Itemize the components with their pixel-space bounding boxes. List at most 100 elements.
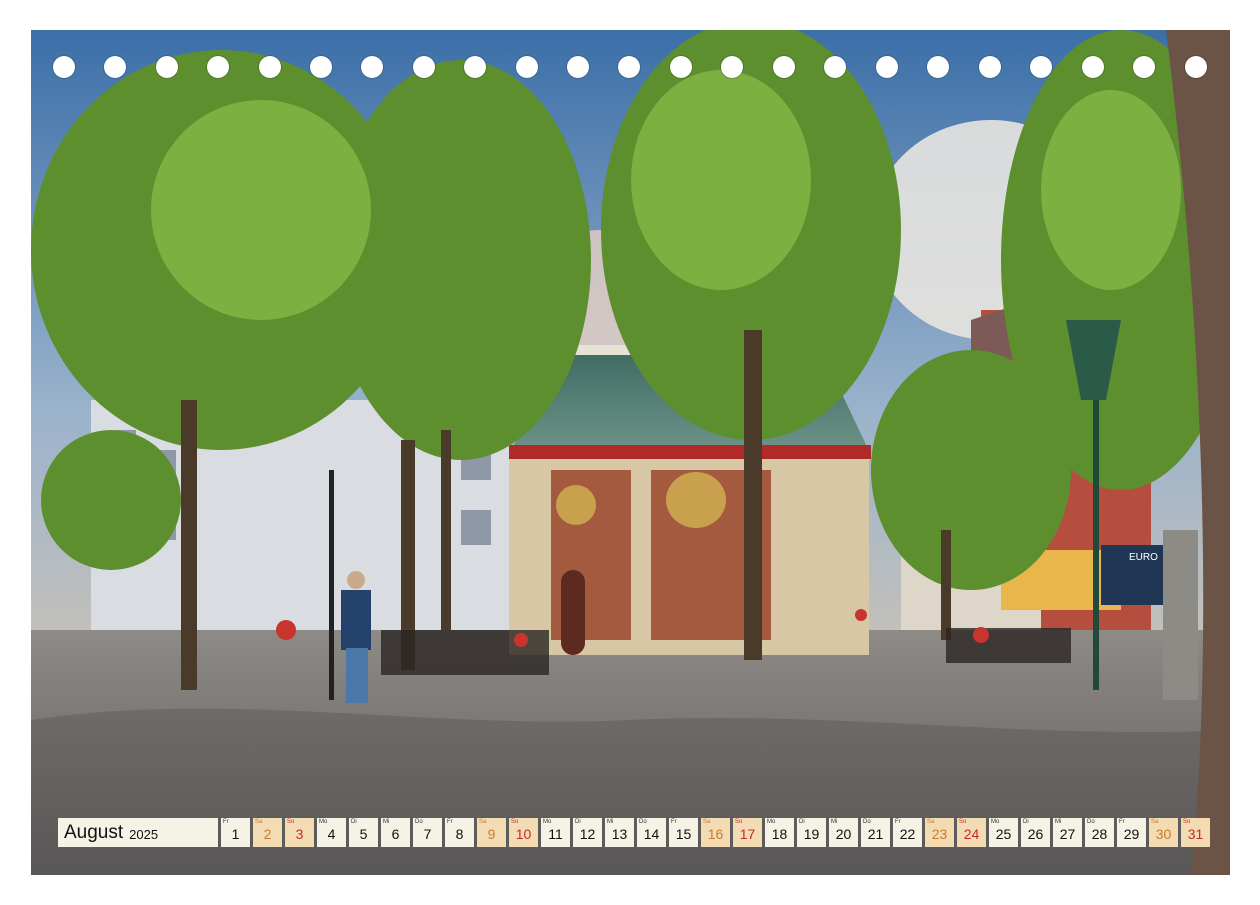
binding-hole xyxy=(207,56,229,78)
binding-hole xyxy=(618,56,640,78)
day-number: 12 xyxy=(579,826,596,842)
binding-hole xyxy=(104,56,126,78)
day-number: 5 xyxy=(359,826,368,842)
day-cell: So 31 xyxy=(1181,818,1210,847)
day-cell: Sa 16 xyxy=(701,818,730,847)
shop-sign: EURO xyxy=(1129,552,1158,563)
binding-hole xyxy=(670,56,692,78)
weekday-abbr: Mi xyxy=(607,819,614,825)
weekday-abbr: Fr xyxy=(671,819,677,825)
day-cell: Mo 18 xyxy=(765,818,794,847)
day-number: 22 xyxy=(899,826,916,842)
binding-hole xyxy=(979,56,1001,78)
binding-hole xyxy=(516,56,538,78)
day-cell: Di 5 xyxy=(349,818,378,847)
day-cell: Mi 13 xyxy=(605,818,634,847)
weekday-abbr: Di xyxy=(799,819,805,825)
weekday-abbr: So xyxy=(1183,819,1191,825)
weekday-abbr: Fr xyxy=(1119,819,1125,825)
day-number: 19 xyxy=(803,826,820,842)
day-cell: Sa 2 xyxy=(253,818,282,847)
binding-hole xyxy=(1185,56,1207,78)
day-number: 9 xyxy=(487,826,496,842)
binding-hole xyxy=(824,56,846,78)
day-cell: Do 21 xyxy=(861,818,890,847)
day-number: 27 xyxy=(1059,826,1076,842)
weekday-abbr: Di xyxy=(575,819,581,825)
day-cell: Mo 4 xyxy=(317,818,346,847)
day-cell: Fr 1 xyxy=(221,818,250,847)
weekday-abbr: Mi xyxy=(383,819,390,825)
day-cell: So 24 xyxy=(957,818,986,847)
weekday-abbr: Mi xyxy=(1055,819,1062,825)
day-number: 3 xyxy=(295,826,304,842)
day-cell: Di 26 xyxy=(1021,818,1050,847)
day-cell: Mi 27 xyxy=(1053,818,1082,847)
weekday-abbr: Di xyxy=(1023,819,1029,825)
weekday-abbr: Mo xyxy=(543,819,552,825)
weekday-abbr: Do xyxy=(415,819,423,825)
binding-hole xyxy=(413,56,435,78)
day-number: 7 xyxy=(423,826,432,842)
year: 2025 xyxy=(129,826,159,842)
day-cell: So 3 xyxy=(285,818,314,847)
weekday-abbr: Sa xyxy=(1151,819,1159,825)
day-cell: Di 12 xyxy=(573,818,602,847)
binding-hole xyxy=(53,56,75,78)
day-number: 20 xyxy=(835,826,852,842)
weekday-abbr: So xyxy=(959,819,967,825)
day-number: 18 xyxy=(771,826,788,842)
weekday-abbr: Sa xyxy=(479,819,487,825)
day-number: 6 xyxy=(391,826,400,842)
binding-hole xyxy=(721,56,743,78)
day-cell: Do 7 xyxy=(413,818,442,847)
day-number: 14 xyxy=(643,826,660,842)
day-cell: Do 28 xyxy=(1085,818,1114,847)
binding-hole xyxy=(927,56,949,78)
weekday-abbr: Sa xyxy=(255,819,263,825)
weekday-abbr: Fr xyxy=(447,819,453,825)
binding-hole xyxy=(567,56,589,78)
weekday-abbr: Sa xyxy=(927,819,935,825)
chapel-square-scene: EURO xyxy=(31,30,1230,875)
day-cell: So 17 xyxy=(733,818,762,847)
binding-hole xyxy=(310,56,332,78)
day-number: 21 xyxy=(867,826,884,842)
day-cell: Fr 22 xyxy=(893,818,922,847)
weekday-abbr: Mo xyxy=(991,819,1000,825)
binding-hole xyxy=(1030,56,1052,78)
calendar-strip: August 2025 Fr 1 Sa 2 So 3 Mo 4 Di 5 Mi 6 Do 7 Fr 8 Sa 9 S… xyxy=(58,818,1210,847)
day-number: 13 xyxy=(611,826,628,842)
day-number: 23 xyxy=(931,826,948,842)
day-cell: Mo 11 xyxy=(541,818,570,847)
day-number: 16 xyxy=(707,826,724,842)
weekday-abbr: Do xyxy=(1087,819,1095,825)
day-number: 29 xyxy=(1123,826,1140,842)
weekday-abbr: Mo xyxy=(319,819,328,825)
day-number: 4 xyxy=(327,826,336,842)
day-number: 17 xyxy=(739,826,756,842)
day-cell: Mo 25 xyxy=(989,818,1018,847)
binding-hole xyxy=(464,56,486,78)
binding-hole xyxy=(259,56,281,78)
day-number: 1 xyxy=(231,826,240,842)
weekday-abbr: So xyxy=(287,819,295,825)
day-cell: Do 14 xyxy=(637,818,666,847)
month-label: August 2025 xyxy=(58,818,218,847)
weekday-abbr: Do xyxy=(863,819,871,825)
weekday-abbr: Mi xyxy=(831,819,838,825)
day-cell: Mi 20 xyxy=(829,818,858,847)
day-cell: Fr 15 xyxy=(669,818,698,847)
day-number: 25 xyxy=(995,826,1012,842)
day-cell: So 10 xyxy=(509,818,538,847)
day-cell: Fr 29 xyxy=(1117,818,1146,847)
day-cell: Sa 9 xyxy=(477,818,506,847)
day-number: 10 xyxy=(515,826,532,842)
day-cell: Sa 30 xyxy=(1149,818,1178,847)
weekday-abbr: Mo xyxy=(767,819,776,825)
weekday-abbr: So xyxy=(735,819,743,825)
day-number: 26 xyxy=(1027,826,1044,842)
binding-hole xyxy=(1082,56,1104,78)
day-number: 8 xyxy=(455,826,464,842)
month-name: August xyxy=(64,821,124,843)
